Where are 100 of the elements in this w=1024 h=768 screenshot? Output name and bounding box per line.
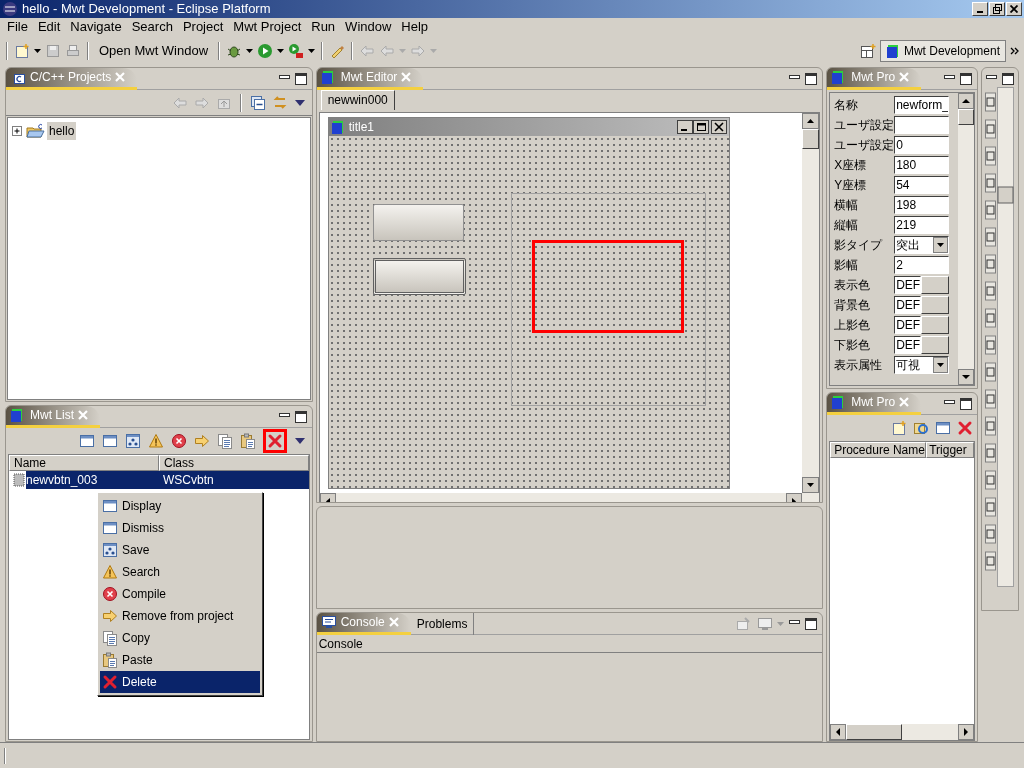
property-field[interactable]: 180 xyxy=(894,155,950,174)
property-field[interactable] xyxy=(894,115,950,134)
menu-item[interactable]: Run xyxy=(306,17,341,37)
minimize-maximize-icon[interactable] xyxy=(943,395,974,412)
column-header[interactable]: Trigger xyxy=(926,442,975,458)
window-restore-button[interactable] xyxy=(989,2,1005,16)
color-picker-button[interactable] xyxy=(921,295,950,314)
menu-item[interactable]: Copy xyxy=(100,627,260,649)
view-tab[interactable]: Mwt Pro xyxy=(827,68,922,90)
expand-toggle-icon[interactable] xyxy=(12,125,23,137)
run-tool-icon[interactable] xyxy=(288,43,305,59)
menu-item[interactable]: Display xyxy=(100,495,260,517)
menu-item[interactable]: Save xyxy=(100,539,260,561)
copy-icon[interactable] xyxy=(216,433,233,449)
dropdown-caret-icon[interactable] xyxy=(308,49,316,53)
dropdown-caret-icon[interactable] xyxy=(246,49,254,53)
scrollbar-thumb[interactable] xyxy=(802,129,820,149)
view-tab[interactable]: Mwt Pro xyxy=(827,393,922,415)
color-picker-button[interactable] xyxy=(921,315,950,334)
view-tab[interactable]: Console xyxy=(316,613,411,635)
dropdown-caret-icon[interactable] xyxy=(34,49,41,53)
new-file-icon[interactable] xyxy=(891,420,908,436)
menu-item[interactable]: File xyxy=(2,17,33,37)
menu-item[interactable]: Edit xyxy=(32,17,66,37)
vertical-scrollbar[interactable] xyxy=(802,113,820,493)
open-mwt-window-button[interactable]: Open Mwt Window xyxy=(95,41,213,61)
view-menu-icon[interactable] xyxy=(293,98,306,107)
view-menu-icon[interactable] xyxy=(293,437,306,445)
property-field[interactable]: DEF xyxy=(894,275,922,294)
menu-item[interactable]: Search xyxy=(100,561,260,583)
menu-item[interactable]: Paste xyxy=(100,649,260,671)
scrollbar-thumb[interactable] xyxy=(958,109,975,125)
collapse-all-icon[interactable] xyxy=(249,94,266,111)
window-icon[interactable] xyxy=(101,433,118,449)
property-label: ユーザ設定 xyxy=(834,116,895,134)
bug-icon[interactable] xyxy=(226,43,243,59)
editor-tab[interactable]: newwin000 xyxy=(320,90,395,110)
window-minimize-button[interactable] xyxy=(972,2,988,16)
table-cell[interactable]: newvbtn_003 xyxy=(26,471,159,489)
display-console-icon[interactable] xyxy=(757,615,774,632)
property-field[interactable]: DEF xyxy=(894,335,922,354)
tree-item[interactable]: hello xyxy=(47,122,77,140)
dots-window-icon[interactable] xyxy=(124,433,141,449)
cube-icon xyxy=(330,119,345,135)
menu-item[interactable]: Remove from project xyxy=(100,605,260,627)
property-field[interactable]: DEF xyxy=(894,295,922,314)
menu-item[interactable]: Delete xyxy=(100,671,260,693)
delete-icon[interactable] xyxy=(957,420,974,436)
new-file-icon[interactable] xyxy=(14,43,30,59)
vertical-scrollbar[interactable] xyxy=(958,93,975,385)
menu-item[interactable]: Mwt Project xyxy=(228,17,307,37)
view-tab[interactable]: C/C++ Projects xyxy=(6,68,138,90)
pen-icon[interactable] xyxy=(329,43,346,59)
print-icon[interactable] xyxy=(65,43,81,59)
menu-item[interactable]: Project xyxy=(177,17,229,37)
minimize-maximize-icon[interactable] xyxy=(943,70,974,87)
perspective-button[interactable]: Mwt Development xyxy=(879,40,1006,62)
minimize-maximize-icon[interactable] xyxy=(788,615,819,632)
property-field[interactable]: 0 xyxy=(894,135,950,154)
menu-item[interactable]: Dismiss xyxy=(100,517,260,539)
color-picker-button[interactable] xyxy=(921,335,950,354)
menu-item[interactable]: Window xyxy=(340,17,397,37)
minimize-maximize-icon[interactable] xyxy=(985,71,1016,87)
more-chevron-icon[interactable] xyxy=(1010,46,1020,56)
column-header[interactable]: Procedure Name xyxy=(830,442,927,458)
property-field[interactable]: 198 xyxy=(894,195,950,214)
property-field[interactable]: 54 xyxy=(894,175,950,194)
paste-icon[interactable] xyxy=(239,433,256,449)
property-dropdown[interactable]: 突出 xyxy=(894,235,950,254)
property-field[interactable]: 2 xyxy=(894,255,950,274)
view-tab[interactable]: Mwt List xyxy=(6,406,100,428)
menu-item[interactable]: Navigate xyxy=(65,17,127,37)
window-icon[interactable] xyxy=(935,420,952,436)
error-icon[interactable] xyxy=(170,433,187,449)
column-header[interactable]: Name xyxy=(9,455,159,471)
menu-item[interactable]: Search xyxy=(126,17,178,37)
dropdown-caret-icon[interactable] xyxy=(277,49,285,53)
color-picker-button[interactable] xyxy=(921,275,950,294)
window-close-button[interactable] xyxy=(1006,2,1022,16)
property-field[interactable]: newform_ xyxy=(894,95,950,114)
menu-item[interactable]: Help xyxy=(396,17,434,37)
menu-item[interactable]: Compile xyxy=(100,583,260,605)
arrow-right-icon[interactable] xyxy=(193,433,210,449)
property-field[interactable]: DEF xyxy=(894,315,922,334)
open-perspective-icon[interactable] xyxy=(859,43,876,59)
minimize-maximize-icon[interactable] xyxy=(277,70,308,87)
property-field[interactable]: 219 xyxy=(894,215,950,234)
window-icon[interactable] xyxy=(78,433,95,449)
property-dropdown[interactable]: 可視 xyxy=(894,355,950,374)
table-cell[interactable]: WSCvbtn xyxy=(159,471,309,489)
refresh-icon[interactable] xyxy=(913,420,930,436)
column-header[interactable]: Class xyxy=(159,455,309,471)
scrollbar-thumb[interactable] xyxy=(846,724,903,740)
view-tab[interactable]: Problems xyxy=(410,613,475,635)
minimize-maximize-icon[interactable] xyxy=(788,70,819,87)
run-icon[interactable] xyxy=(257,43,274,59)
horizontal-scrollbar[interactable] xyxy=(830,724,975,740)
minimize-maximize-icon[interactable] xyxy=(277,408,308,425)
view-tab[interactable]: Mwt Editor xyxy=(316,68,424,90)
warning-icon[interactable] xyxy=(147,433,164,449)
